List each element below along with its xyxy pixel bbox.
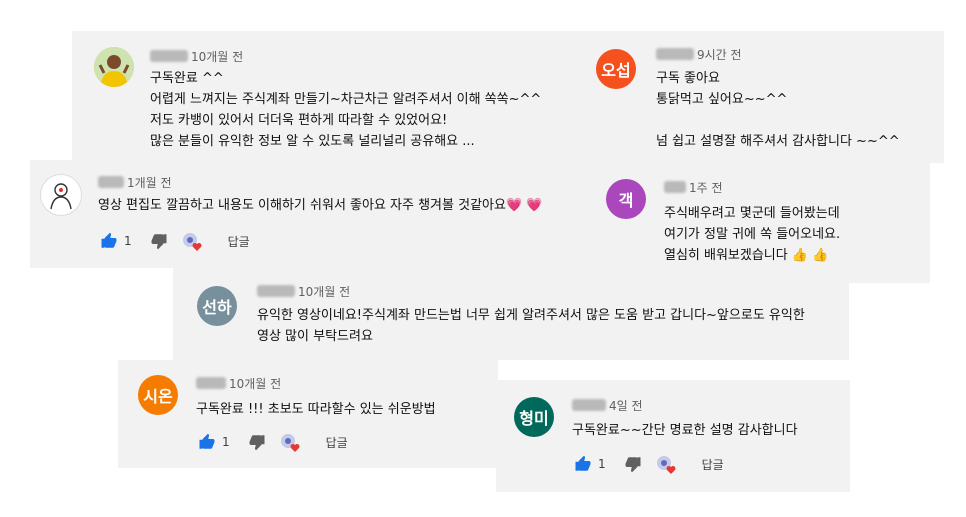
avatar[interactable]: 형미 bbox=[514, 397, 554, 437]
like-count: 1 bbox=[598, 457, 606, 471]
like-button[interactable] bbox=[574, 455, 592, 473]
thumb-up-icon bbox=[101, 232, 117, 248]
comment-actions: 1 답글 bbox=[574, 455, 724, 474]
comment-meta: 1주 전 bbox=[664, 179, 723, 196]
comment-line: 구독완료 !!! 초보도 따라할수 있는 쉬운방법 bbox=[196, 402, 436, 417]
comment-time[interactable]: 4일 전 bbox=[609, 399, 643, 413]
thumb-down-icon bbox=[625, 457, 641, 473]
comment-line: 구독완료~~간단 명료한 설명 감사합니다 bbox=[572, 423, 798, 438]
author-name[interactable] bbox=[572, 399, 606, 411]
comment-line: 구독 좋아요 bbox=[656, 71, 720, 86]
comment-line: 영상 편집도 깔끔하고 내용도 이해하기 쉬워서 좋아요 자주 챙겨볼 것같아요… bbox=[98, 198, 543, 213]
dislike-button[interactable] bbox=[624, 455, 642, 473]
comment-actions: 1 답글 bbox=[198, 433, 348, 452]
comment-actions: 1 답글 bbox=[100, 232, 250, 251]
avatar[interactable]: 오섭 bbox=[596, 49, 636, 89]
comment-time[interactable]: 9시간 전 bbox=[697, 48, 742, 62]
author-name[interactable] bbox=[196, 377, 226, 389]
comment-line: 영상 많이 부탁드려요 bbox=[257, 329, 373, 344]
comment-text: 구독완료 !!! 초보도 따라할수 있는 쉬운방법 bbox=[196, 399, 436, 420]
comment-line: 통닭먹고 싶어요~~^^ bbox=[656, 92, 788, 107]
comment-line: 넘 쉽고 설명잘 해주셔서 감사합니다 ~~^^ bbox=[656, 134, 900, 149]
comment-line: 저도 카뱅이 있어서 더더욱 편하게 따라할 수 있었어요! bbox=[150, 113, 448, 128]
comment-line: 주식배우려고 몇군데 들어봤는데 bbox=[664, 206, 840, 221]
comment-text: 유익한 영상이네요!주식계좌 만드는법 너무 쉽게 알려주셔서 많은 도움 받고… bbox=[257, 305, 805, 347]
comment-line: 유익한 영상이네요!주식계좌 만드는법 너무 쉽게 알려주셔서 많은 도움 받고… bbox=[257, 308, 805, 323]
comment-card: 1개월 전 영상 편집도 깔끔하고 내용도 이해하기 쉬워서 좋아요 자주 챙겨… bbox=[30, 160, 578, 268]
comment-text: 영상 편집도 깔끔하고 내용도 이해하기 쉬워서 좋아요 자주 챙겨볼 것같아요… bbox=[98, 195, 542, 216]
comment-meta: 4일 전 bbox=[572, 397, 643, 414]
comment-line: 열심히 배워보겠습니다 👍 👍 bbox=[664, 248, 829, 263]
comment-time[interactable]: 10개월 전 bbox=[229, 377, 281, 391]
avatar[interactable] bbox=[94, 47, 134, 87]
avatar-drawing-icon bbox=[50, 183, 72, 210]
creator-heart-icon bbox=[656, 456, 676, 474]
thumb-up-icon bbox=[199, 433, 215, 449]
comment-meta: 9시간 전 bbox=[656, 46, 742, 63]
creator-heart-badge bbox=[656, 455, 676, 474]
comment-line: 여기가 정말 귀에 쏙 들어오네요. bbox=[664, 227, 841, 242]
comment-meta: 10개월 전 bbox=[150, 48, 243, 65]
author-name[interactable] bbox=[656, 48, 694, 60]
like-count: 1 bbox=[222, 435, 230, 449]
author-name[interactable] bbox=[98, 176, 124, 188]
comment-line: 어렵게 느껴지는 주식계좌 만들기~차근차근 알려주셔서 이해 쏙쏙~^^ bbox=[150, 92, 542, 107]
comment-line bbox=[656, 110, 900, 131]
comment-card: 형미 4일 전 구독완료~~간단 명료한 설명 감사합니다 1 답글 bbox=[496, 380, 850, 492]
creator-heart-icon bbox=[182, 233, 202, 251]
reply-button[interactable]: 답글 bbox=[702, 456, 724, 473]
thumb-up-icon bbox=[575, 455, 591, 471]
avatar[interactable] bbox=[40, 174, 82, 216]
comment-card: 시온 10개월 전 구독완료 !!! 초보도 따라할수 있는 쉬운방법 1 답글 bbox=[118, 360, 498, 468]
comment-line: 많은 분들이 유익한 정보 알 수 있도록 널리널리 공유해요 ... bbox=[150, 134, 475, 149]
avatar[interactable]: 객 bbox=[606, 179, 646, 219]
comment-text: 구독완료 ^^ 어렵게 느껴지는 주식계좌 만들기~차근차근 알려주셔서 이해 … bbox=[150, 68, 541, 152]
avatar[interactable]: 시온 bbox=[138, 375, 178, 415]
avatar[interactable]: 선하 bbox=[197, 286, 237, 326]
author-name[interactable] bbox=[150, 50, 188, 62]
comment-time[interactable]: 10개월 전 bbox=[298, 285, 350, 299]
comment-time[interactable]: 1주 전 bbox=[689, 181, 723, 195]
comment-line: 구독완료 ^^ bbox=[150, 71, 224, 86]
comment-text: 주식배우려고 몇군데 들어봤는데 여기가 정말 귀에 쏙 들어오네요. 열심히 … bbox=[664, 203, 840, 266]
comment-card: 선하 10개월 전 유익한 영상이네요!주식계좌 만드는법 너무 쉽게 알려주셔… bbox=[173, 268, 849, 360]
author-name[interactable] bbox=[257, 285, 295, 297]
creator-heart-icon bbox=[280, 434, 300, 452]
comment-meta: 10개월 전 bbox=[196, 375, 281, 392]
reply-button[interactable]: 답글 bbox=[326, 434, 348, 451]
comment-time[interactable]: 1개월 전 bbox=[127, 176, 172, 190]
thumb-down-icon bbox=[249, 435, 265, 451]
comment-card: 10개월 전 구독완료 ^^ 어렵게 느껴지는 주식계좌 만들기~차근차근 알려… bbox=[72, 31, 578, 163]
author-name[interactable] bbox=[664, 181, 686, 193]
like-count: 1 bbox=[124, 234, 132, 248]
comment-text: 구독 좋아요 통닭먹고 싶어요~~^^ 넘 쉽고 설명잘 해주셔서 감사합니다 … bbox=[656, 68, 900, 152]
thumb-down-icon bbox=[151, 234, 167, 250]
dislike-button[interactable] bbox=[150, 232, 168, 250]
avatar-photo-icon bbox=[94, 47, 134, 87]
comment-text: 구독완료~~간단 명료한 설명 감사합니다 bbox=[572, 420, 798, 441]
comment-meta: 10개월 전 bbox=[257, 283, 350, 300]
comment-card: 객 1주 전 주식배우려고 몇군데 들어봤는데 여기가 정말 귀에 쏙 들어오네… bbox=[572, 163, 930, 283]
comment-card: 오섭 9시간 전 구독 좋아요 통닭먹고 싶어요~~^^ 넘 쉽고 설명잘 해주… bbox=[572, 31, 944, 163]
like-button[interactable] bbox=[198, 433, 216, 451]
like-button[interactable] bbox=[100, 232, 118, 250]
reply-button[interactable]: 답글 bbox=[228, 233, 250, 250]
creator-heart-badge bbox=[280, 433, 300, 452]
creator-heart-badge bbox=[182, 232, 202, 251]
comment-meta: 1개월 전 bbox=[98, 174, 172, 191]
dislike-button[interactable] bbox=[248, 433, 266, 451]
comment-time[interactable]: 10개월 전 bbox=[191, 50, 243, 64]
